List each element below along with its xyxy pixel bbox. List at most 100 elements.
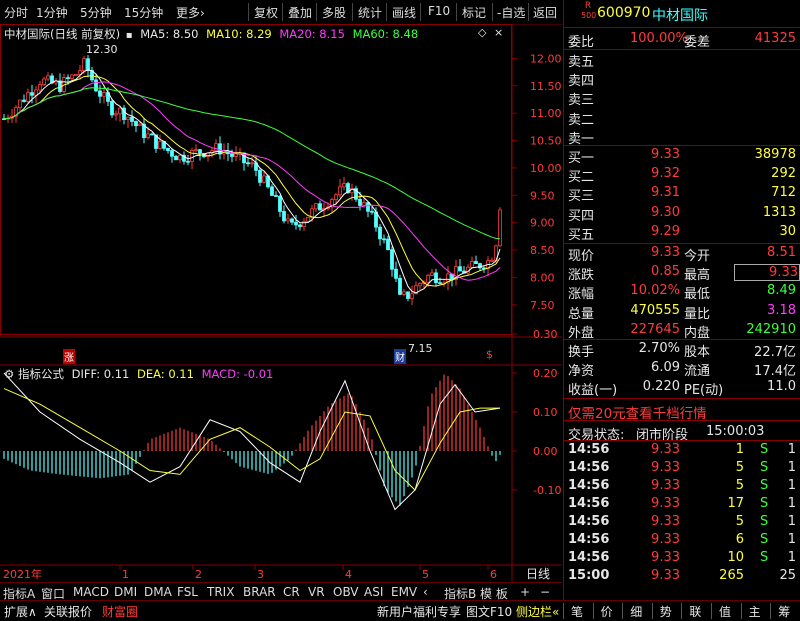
candle-body bbox=[390, 249, 394, 270]
candle-body bbox=[474, 261, 478, 264]
add-indicator-button[interactable]: + bbox=[520, 585, 530, 599]
related-quotes-button[interactable]: 关联报价 bbox=[44, 603, 92, 620]
tab-1min[interactable]: 1分钟 bbox=[36, 4, 68, 21]
candle-body bbox=[102, 92, 106, 97]
expand-button[interactable]: 扩展∧ bbox=[4, 603, 37, 620]
side-tab[interactable]: 主 bbox=[749, 603, 761, 620]
tick-count: 1 bbox=[787, 496, 796, 511]
candle-body bbox=[298, 224, 302, 227]
stock-code[interactable]: 600970 bbox=[597, 5, 650, 21]
stat-value: 9.33 bbox=[651, 245, 680, 260]
ma20-line bbox=[3, 81, 501, 281]
candle-body bbox=[378, 226, 382, 240]
button-overlay[interactable]: 叠加 bbox=[288, 4, 312, 21]
candle-body bbox=[342, 183, 346, 188]
button-mark[interactable]: 标记 bbox=[462, 4, 486, 21]
button-statistics[interactable]: 统计 bbox=[358, 4, 382, 21]
tab-fsl[interactable]: FSL bbox=[177, 585, 198, 599]
side-tab[interactable]: 笔 bbox=[571, 603, 583, 620]
candle-body bbox=[66, 77, 70, 80]
button-multi-stock[interactable]: 多股 bbox=[322, 4, 346, 21]
month-label: 2 bbox=[195, 568, 202, 581]
bid-volume: 292 bbox=[771, 166, 796, 182]
candle-body bbox=[362, 202, 366, 206]
y-tick-label: 9.50 bbox=[530, 189, 555, 202]
candle-body bbox=[94, 79, 98, 92]
wealth-circle-button[interactable]: 财富圈 bbox=[102, 603, 138, 620]
ask-level-2: 卖二 bbox=[568, 112, 595, 128]
finance-label: 净资 bbox=[568, 364, 595, 380]
finance-label: 换手 bbox=[568, 345, 595, 360]
settings-icon[interactable]: ⚙ bbox=[4, 367, 14, 381]
candle-body bbox=[126, 116, 130, 120]
scroll-left-icon[interactable]: ‹ bbox=[423, 585, 428, 599]
financial-report-marker[interactable]: 财 bbox=[394, 349, 406, 364]
tab-dma[interactable]: DMA bbox=[144, 585, 172, 599]
macd-y-tick-label: 0.10 bbox=[533, 406, 558, 419]
close-icon[interactable]: × bbox=[494, 26, 503, 39]
tab-5min[interactable]: 5分钟 bbox=[80, 4, 112, 21]
footer-bar: 扩展∧ 关联报价 财富圈 新用户福利专享 图文F10 侧边栏« 笔 价细 势联 值 主筹 bbox=[0, 600, 800, 621]
stat-label: 外盘 bbox=[568, 325, 595, 341]
weicha-label: 委差 bbox=[684, 35, 711, 50]
tab-macd[interactable]: MACD bbox=[73, 585, 109, 599]
side-tab[interactable]: 势 bbox=[660, 603, 672, 620]
bid-volume: 1313 bbox=[762, 204, 796, 220]
tab-intraday[interactable]: 分时 bbox=[4, 4, 28, 21]
tab-emv[interactable]: EMV bbox=[391, 585, 417, 599]
candle-body bbox=[382, 238, 386, 241]
button-watchlist[interactable]: -自选 bbox=[497, 4, 525, 21]
candle-body bbox=[370, 210, 374, 213]
remove-indicator-button[interactable]: − bbox=[540, 585, 550, 599]
tab-15min[interactable]: 15分钟 bbox=[124, 4, 163, 21]
tick-time: 14:56 bbox=[568, 550, 610, 565]
candle-body bbox=[406, 291, 410, 299]
limit-up-marker[interactable]: 涨 bbox=[63, 349, 75, 364]
side-tab[interactable]: 联 bbox=[689, 603, 701, 620]
candle-body bbox=[418, 283, 422, 287]
weibi-value: 100.00% bbox=[630, 31, 688, 46]
collapse-icon[interactable]: ▪ bbox=[126, 30, 133, 41]
month-label: 3 bbox=[257, 568, 264, 581]
tab-obv[interactable]: OBV bbox=[333, 585, 359, 599]
stock-name[interactable]: 中材国际 bbox=[652, 5, 708, 25]
settings-diamond-icon[interactable]: ◇ bbox=[478, 26, 486, 39]
macd-title[interactable]: 指标公式 bbox=[18, 367, 64, 381]
new-user-promo[interactable]: 新用户福利专享 bbox=[377, 603, 461, 620]
candle-body bbox=[138, 123, 142, 127]
tick-time: 14:56 bbox=[568, 442, 610, 457]
button-adjust[interactable]: 复权 bbox=[254, 4, 278, 21]
candle-body bbox=[314, 203, 318, 210]
stock-badge: R 500 bbox=[581, 1, 597, 20]
tab-brar[interactable]: BRAR bbox=[243, 585, 276, 599]
tab-asi[interactable]: ASI bbox=[364, 585, 383, 599]
tab-vr[interactable]: VR bbox=[308, 585, 325, 599]
bid-level-label: 买五 bbox=[568, 227, 595, 243]
candlesticks bbox=[2, 55, 502, 306]
candle-body bbox=[214, 143, 218, 152]
tab-dmi[interactable]: DMI bbox=[114, 585, 137, 599]
button-draw-line[interactable]: 画线 bbox=[392, 4, 416, 21]
promo-level2[interactable]: 仅需20元查看千档行情 bbox=[568, 402, 707, 422]
side-tab[interactable]: 筹 bbox=[778, 603, 790, 620]
sidebar-toggle-button[interactable]: 侧边栏« bbox=[516, 603, 559, 620]
dividend-marker[interactable]: $ bbox=[486, 348, 493, 361]
kline-chart[interactable]: 12.0011.5011.0010.5010.009.509.008.508.0… bbox=[0, 24, 562, 582]
side-tab[interactable]: 值 bbox=[719, 603, 731, 620]
f10-graphic-button[interactable]: 图文F10 bbox=[466, 603, 512, 620]
stat-label: 今开 bbox=[684, 249, 711, 264]
tab-more[interactable]: 更多› bbox=[176, 4, 205, 21]
tick-side: S bbox=[760, 442, 769, 457]
stat-value: 8.51 bbox=[767, 245, 796, 260]
candle-body bbox=[130, 116, 134, 122]
dea-line bbox=[3, 388, 500, 491]
tab-trix[interactable]: TRIX bbox=[207, 585, 234, 599]
tick-volume: 10 bbox=[727, 550, 744, 565]
side-tab[interactable]: 价 bbox=[601, 603, 613, 620]
button-f10[interactable]: F10 bbox=[428, 4, 450, 18]
side-tab[interactable]: 细 bbox=[630, 603, 642, 620]
tab-cr[interactable]: CR bbox=[283, 585, 300, 599]
button-back[interactable]: 返回 bbox=[533, 4, 557, 21]
macd-lines bbox=[3, 372, 501, 511]
candle-body bbox=[118, 107, 122, 115]
